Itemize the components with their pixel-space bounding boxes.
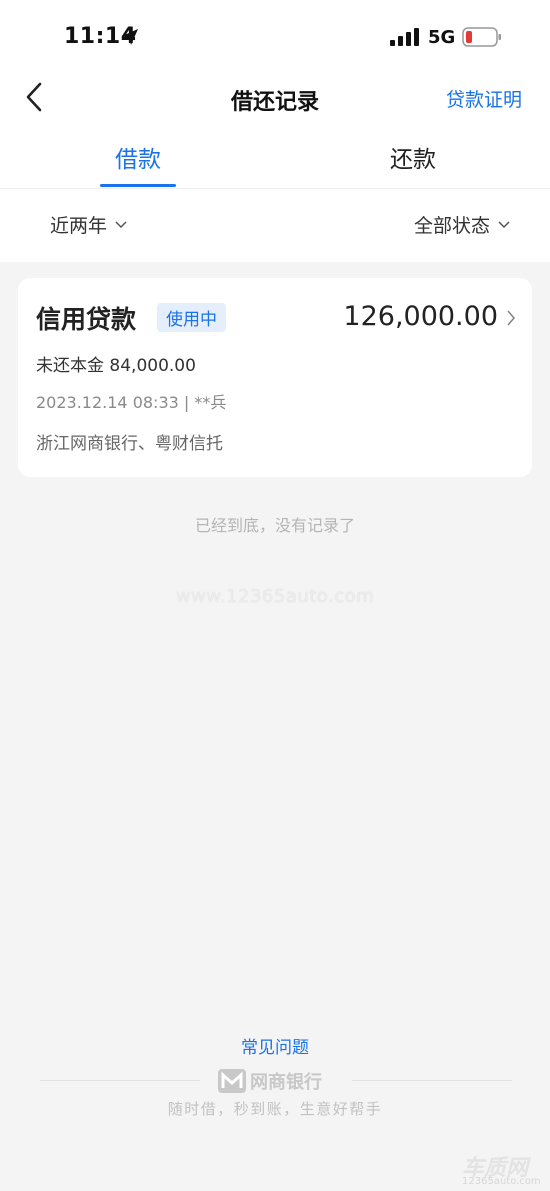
watermark-text: www.12365auto.com [175, 586, 375, 607]
slogan: 随时借，秒到账，生意好帮手 [167, 1100, 383, 1118]
status-filter-label: 全部状态 [413, 215, 490, 237]
active-tab-indicator [100, 184, 176, 187]
divider [40, 1080, 200, 1081]
brand-name: 网商银行 [250, 1072, 322, 1093]
chevron-right-icon [507, 310, 516, 326]
status-filter[interactable]: 全部状态 [414, 211, 510, 238]
loan-record-card[interactable]: 信用贷款 使用中 126,000.00 未还本金 84,000.00 2023.… [18, 278, 532, 477]
loan-proof-link[interactable]: 贷款证明 [446, 85, 522, 112]
mybank-logo-icon [218, 1069, 246, 1093]
chevron-down-icon [498, 220, 510, 228]
signal-icon [390, 28, 419, 46]
brand-logo: 网商银行 [218, 1068, 322, 1094]
loan-date-borrower: 2023.12.14 08:33 | **兵 [36, 393, 227, 412]
chevron-down-icon [115, 220, 127, 228]
location-arrow-icon [122, 29, 138, 45]
divider [0, 188, 550, 189]
divider [352, 1080, 512, 1081]
end-of-list-text: 已经到底，没有记录了 [194, 516, 355, 535]
network-type: 5G [428, 27, 456, 48]
loan-name: 信用贷款 [36, 305, 137, 334]
faq-link[interactable]: 常见问题 [0, 1033, 550, 1058]
outstanding-principal: 未还本金 84,000.00 [36, 356, 196, 376]
loan-amount: 126,000.00 [343, 301, 498, 332]
period-filter-label: 近两年 [50, 215, 108, 237]
period-filter[interactable]: 近两年 [50, 211, 127, 238]
status-badge: 使用中 [157, 303, 226, 332]
tab-repay[interactable]: 还款 [313, 140, 513, 174]
status-bar: 11:14 5G [0, 0, 550, 72]
battery-low-icon [462, 27, 501, 47]
tab-borrow[interactable]: 借款 [38, 140, 238, 174]
lending-institutions: 浙江网商银行、粤财信托 [36, 434, 223, 454]
corner-watermark-url: 12365auto.com [462, 1176, 541, 1187]
